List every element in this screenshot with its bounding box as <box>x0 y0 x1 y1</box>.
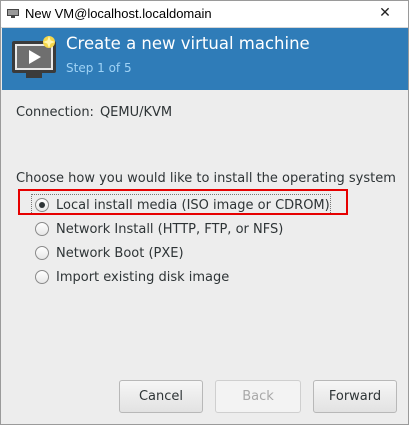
back-button[interactable]: Back <box>215 380 301 413</box>
wizard-step-indicator: Step 1 of 5 <box>66 61 132 75</box>
connection-label: Connection: <box>16 105 94 120</box>
wizard-title: Create a new virtual machine <box>66 34 310 53</box>
title-bar[interactable]: New VM@localhost.localdomain ✕ <box>1 1 408 28</box>
wizard-header: Create a new virtual machine Step 1 of 5 <box>2 28 408 90</box>
radio-import-disk-image[interactable] <box>35 270 49 284</box>
new-vm-window: New VM@localhost.localdomain ✕ Create a … <box>0 0 409 425</box>
cancel-button[interactable]: Cancel <box>119 380 203 413</box>
close-button[interactable]: ✕ <box>376 4 394 22</box>
option-label: Import existing disk image <box>56 269 230 285</box>
option-network-install[interactable]: Network Install (HTTP, FTP, or NFS) <box>35 217 330 241</box>
forward-button[interactable]: Forward <box>313 380 397 413</box>
option-label: Network Boot (PXE) <box>56 245 184 261</box>
connection-row: Connection: QEMU/KVM <box>16 105 172 120</box>
window-title: New VM@localhost.localdomain <box>25 6 212 21</box>
radio-network-install[interactable] <box>35 222 49 236</box>
option-import-disk-image[interactable]: Import existing disk image <box>35 265 330 289</box>
connection-value: QEMU/KVM <box>99 105 173 120</box>
option-network-boot[interactable]: Network Boot (PXE) <box>35 241 330 265</box>
annotation-highlight-box <box>18 189 348 215</box>
radio-network-boot[interactable] <box>35 246 49 260</box>
install-method-question: Choose how you would like to install the… <box>16 171 396 186</box>
virt-manager-app-icon <box>7 9 19 18</box>
option-label: Network Install (HTTP, FTP, or NFS) <box>56 221 284 237</box>
virtual-machine-icon <box>12 36 56 78</box>
